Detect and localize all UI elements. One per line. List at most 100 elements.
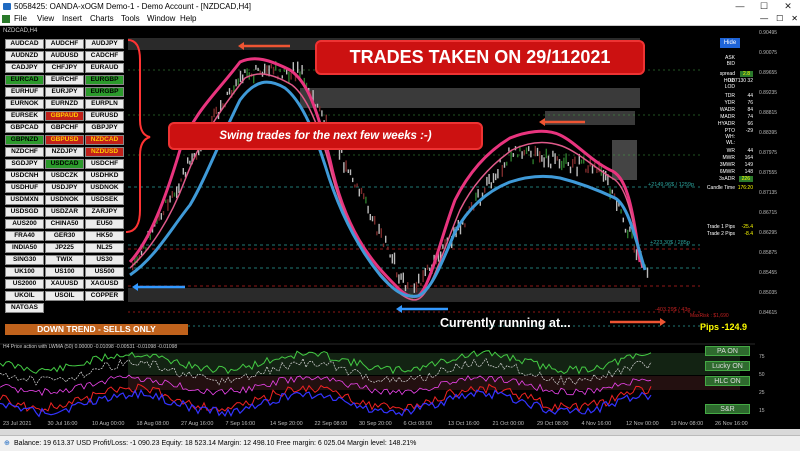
symbol-button[interactable]: USDCZK xyxy=(45,171,84,181)
symbol-button[interactable]: EURCHF xyxy=(45,75,84,85)
candle xyxy=(352,177,354,183)
price-tick-label: 0.86295 xyxy=(759,230,778,236)
symbol-button[interactable]: USDNOK xyxy=(45,195,84,205)
info-row: WL: xyxy=(700,140,755,146)
symbol-button[interactable]: US2000 xyxy=(5,279,44,289)
symbol-button[interactable]: NZDUSD xyxy=(85,147,124,157)
symbol-button[interactable]: AUS200 xyxy=(5,219,44,229)
symbol-button[interactable]: XAGUSD xyxy=(85,279,124,289)
symbol-button[interactable]: GBPJPY xyxy=(85,123,124,133)
symbol-button[interactable]: GBPAUD xyxy=(45,111,84,121)
symbol-button[interactable]: GER30 xyxy=(45,231,84,241)
symbol-button[interactable]: CADJPY xyxy=(5,63,44,73)
price-axis: 0.90495 0.90075 0.89655 0.89235 0.88815 0.883… xyxy=(755,26,800,344)
level-label: MaxRisk : $1,690 xyxy=(690,313,729,319)
symbol-button[interactable]: NATGAS xyxy=(5,303,44,313)
candle xyxy=(290,72,292,80)
candle xyxy=(543,157,545,168)
candle xyxy=(576,166,578,177)
symbol-button[interactable]: COPPER xyxy=(85,291,124,301)
symbol-button[interactable]: AUDNZD xyxy=(5,51,44,61)
symbol-button[interactable]: ZARJPY xyxy=(85,207,124,217)
symbol-button[interactable]: EURNZD xyxy=(45,99,84,109)
symbol-button[interactable]: XAUUSD xyxy=(45,279,84,289)
candle xyxy=(510,151,512,162)
symbol-button[interactable]: GBPUSD xyxy=(45,135,84,145)
candle xyxy=(565,153,567,164)
pa-on-button[interactable]: PA ON xyxy=(705,346,750,356)
symbol-button[interactable]: US30 xyxy=(85,255,124,265)
info-label: HYADR xyxy=(717,121,735,127)
symbol-button[interactable]: AUDCHF xyxy=(45,39,84,49)
symbol-button[interactable]: NZDCHF xyxy=(5,147,44,157)
symbol-button[interactable]: AUDCAD xyxy=(5,39,44,49)
symbol-button[interactable]: USDSGD xyxy=(5,207,44,217)
date-tick-label: 27 Aug 16:00 xyxy=(181,421,214,427)
symbol-button[interactable]: FRA40 xyxy=(5,231,44,241)
price-tick-label: 0.88815 xyxy=(759,110,778,116)
info-value: 44 xyxy=(747,148,753,154)
symbol-button[interactable]: SING30 xyxy=(5,255,44,265)
sr-button[interactable]: S&R xyxy=(705,404,750,414)
info-label: WR xyxy=(726,148,735,154)
symbol-button[interactable]: EURPLN xyxy=(85,99,124,109)
symbol-button[interactable]: EURCAD xyxy=(5,75,44,85)
symbol-button[interactable]: USDNOK xyxy=(85,183,124,193)
price-tick-label: 0.85875 xyxy=(759,250,778,256)
symbol-button[interactable]: EU50 xyxy=(85,219,124,229)
symbol-button[interactable]: EURUSD xyxy=(85,111,124,121)
symbol-button[interactable]: EURGBP xyxy=(85,75,124,85)
candle xyxy=(517,154,519,158)
price-tick-label: 0.89235 xyxy=(759,90,778,96)
symbol-button[interactable]: TWIX xyxy=(45,255,84,265)
symbol-button[interactable]: HK50 xyxy=(85,231,124,241)
date-tick-label: 19 Nov 08:00 xyxy=(670,421,704,427)
symbol-button[interactable]: EURHUF xyxy=(5,87,44,97)
symbol-button[interactable]: CADCHF xyxy=(85,51,124,61)
symbol-button[interactable]: USDJPY xyxy=(45,183,84,193)
symbol-button[interactable]: USDSEK xyxy=(85,195,124,205)
symbol-button[interactable]: CHFJPY xyxy=(45,63,84,73)
candle xyxy=(407,282,409,290)
symbol-button[interactable]: GBPCAD xyxy=(5,123,44,133)
symbol-button[interactable]: USDHKD xyxy=(85,171,124,181)
lucky-on-button[interactable]: Lucky ON xyxy=(705,361,750,371)
candle xyxy=(297,61,299,73)
info-label: YDR xyxy=(724,100,735,106)
running-arrow xyxy=(610,318,666,326)
down-trend-banner: DOWN TREND - SELLS ONLY xyxy=(5,324,188,335)
symbol-button[interactable]: EURAUD xyxy=(85,63,124,73)
info-label: Trade 1 Pips xyxy=(706,224,735,230)
symbol-button[interactable]: SGDJPY xyxy=(5,159,44,169)
hide-button[interactable]: Hide xyxy=(720,38,740,48)
hlc-on-button[interactable]: HLC ON xyxy=(705,376,750,386)
symbol-button[interactable]: EURGBP xyxy=(85,87,124,97)
symbol-button[interactable]: EURNOK xyxy=(5,99,44,109)
symbol-button[interactable]: CHINA50 xyxy=(45,219,84,229)
info-row: MADR 74 xyxy=(700,114,755,120)
symbol-button[interactable]: UK100 xyxy=(5,267,44,277)
symbol-button[interactable]: GBPNZD xyxy=(5,135,44,145)
symbol-button[interactable]: INDIA50 xyxy=(5,243,44,253)
symbol-button[interactable]: AUDJPY xyxy=(85,39,124,49)
candle xyxy=(281,75,283,79)
symbol-button[interactable]: UKOIL xyxy=(5,291,44,301)
symbol-button[interactable]: NZDCAD xyxy=(85,135,124,145)
symbol-button[interactable]: USDMXN xyxy=(5,195,44,205)
symbol-button[interactable]: AUDUSD xyxy=(45,51,84,61)
symbol-button[interactable]: NL25 xyxy=(85,243,124,253)
symbol-button[interactable]: USDCHF xyxy=(85,159,124,169)
level-label: -403.29$ / 43p xyxy=(655,307,690,313)
symbol-button[interactable]: USDHUF xyxy=(5,183,44,193)
symbol-button[interactable]: USDCNH xyxy=(5,171,44,181)
symbol-button[interactable]: US500 xyxy=(85,267,124,277)
symbol-button[interactable]: US100 xyxy=(45,267,84,277)
symbol-button[interactable]: EURJPY xyxy=(45,87,84,97)
symbol-button[interactable]: EURSEK xyxy=(5,111,44,121)
symbol-button[interactable]: USOIL xyxy=(45,291,84,301)
symbol-button[interactable]: NZDJPY xyxy=(45,147,84,157)
symbol-button[interactable]: USDCAD xyxy=(45,159,84,169)
symbol-button[interactable]: GBPCHF xyxy=(45,123,84,133)
symbol-button[interactable]: JP225 xyxy=(45,243,84,253)
symbol-button[interactable]: USDZAR xyxy=(45,207,84,217)
